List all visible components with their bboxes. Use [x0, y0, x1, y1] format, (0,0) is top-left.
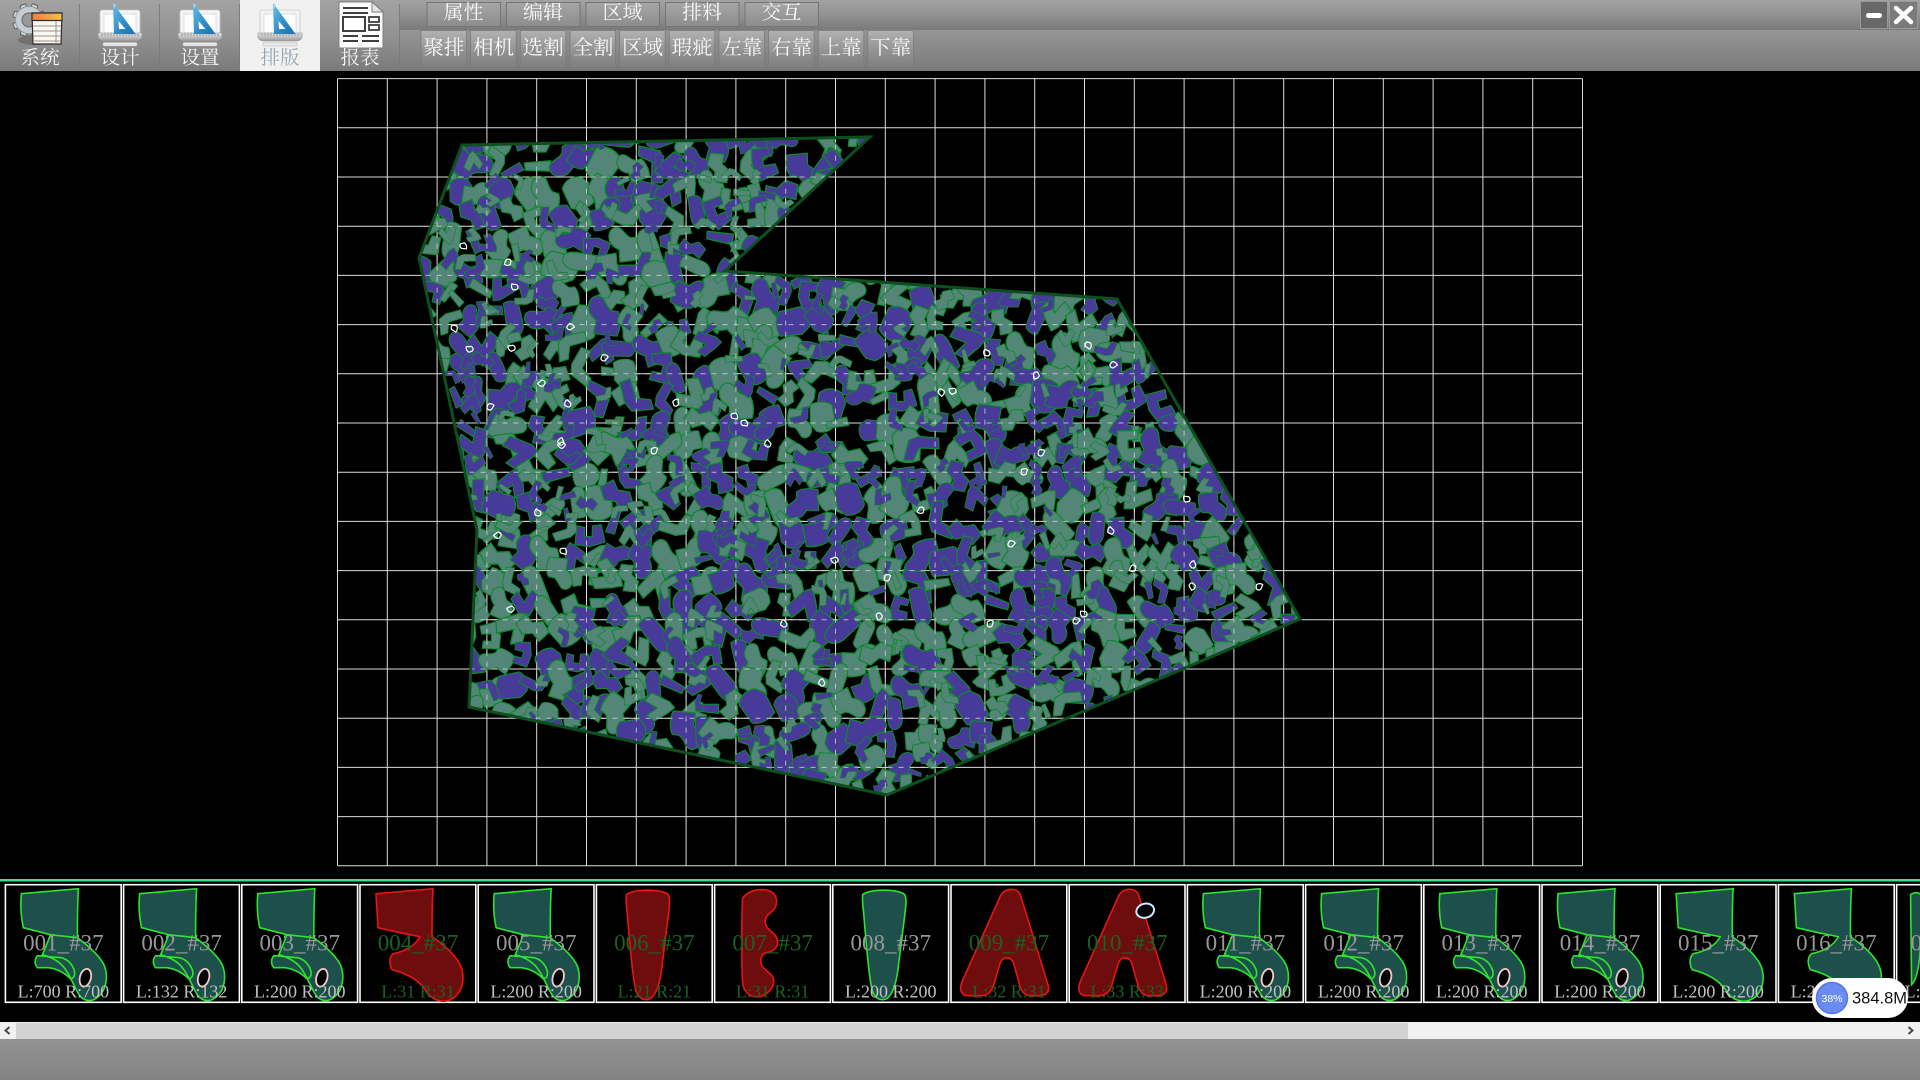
- svg-text:008_#37: 008_#37: [851, 931, 932, 956]
- svg-text:L:700 R:700: L:700 R:700: [18, 982, 110, 1002]
- svg-text:011_#37: 011_#37: [1206, 931, 1286, 956]
- svg-text:384.8M: 384.8M: [1852, 990, 1907, 1008]
- svg-text:L:200 R:200: L:200 R:200: [1436, 982, 1528, 1002]
- svg-text:L:31 R:31: L:31 R:31: [736, 982, 810, 1002]
- svg-text:L:33 R:33: L:33 R:33: [1090, 982, 1164, 1002]
- svg-text:003_#37: 003_#37: [260, 931, 341, 956]
- svg-text:L:200 R:200: L:200 R:200: [1318, 982, 1410, 1002]
- svg-text:004_#37: 004_#37: [378, 931, 459, 956]
- svg-text:002_#37: 002_#37: [141, 931, 222, 956]
- svg-text:016_#37: 016_#37: [1796, 931, 1877, 956]
- svg-text:007_#37: 007_#37: [732, 931, 813, 956]
- svg-text:009_#37: 009_#37: [969, 931, 1050, 956]
- svg-text:L:132 R:132: L:132 R:132: [136, 982, 228, 1002]
- svg-text:38%: 38%: [1821, 993, 1842, 1005]
- svg-text:L:200 R:200: L:200 R:200: [1554, 982, 1646, 1002]
- svg-text:L:200 R:200: L:200 R:200: [490, 982, 582, 1002]
- svg-text:001_#37: 001_#37: [23, 931, 104, 956]
- svg-text:L:200 R:200: L:200 R:200: [845, 982, 937, 1002]
- svg-text:L:200 R:200: L:200 R:200: [254, 982, 346, 1002]
- svg-text:0: 0: [1911, 931, 1920, 956]
- svg-text:L:32 R:31: L:32 R:31: [972, 982, 1046, 1002]
- svg-text:L:21 R:21: L:21 R:21: [618, 982, 692, 1002]
- svg-text:010_#37: 010_#37: [1087, 931, 1168, 956]
- svg-text:L:200 R:200: L:200 R:200: [1200, 982, 1292, 1002]
- svg-text:005_#37: 005_#37: [496, 931, 577, 956]
- svg-text:L:31 R:31: L:31 R:31: [381, 982, 455, 1002]
- svg-text:013_#37: 013_#37: [1442, 931, 1523, 956]
- svg-text:L:200 R:200: L:200 R:200: [1672, 982, 1764, 1002]
- svg-text:015_#37: 015_#37: [1678, 931, 1759, 956]
- svg-text:006_#37: 006_#37: [614, 931, 695, 956]
- svg-text:012_#37: 012_#37: [1323, 931, 1404, 956]
- svg-text:014_#37: 014_#37: [1560, 931, 1641, 956]
